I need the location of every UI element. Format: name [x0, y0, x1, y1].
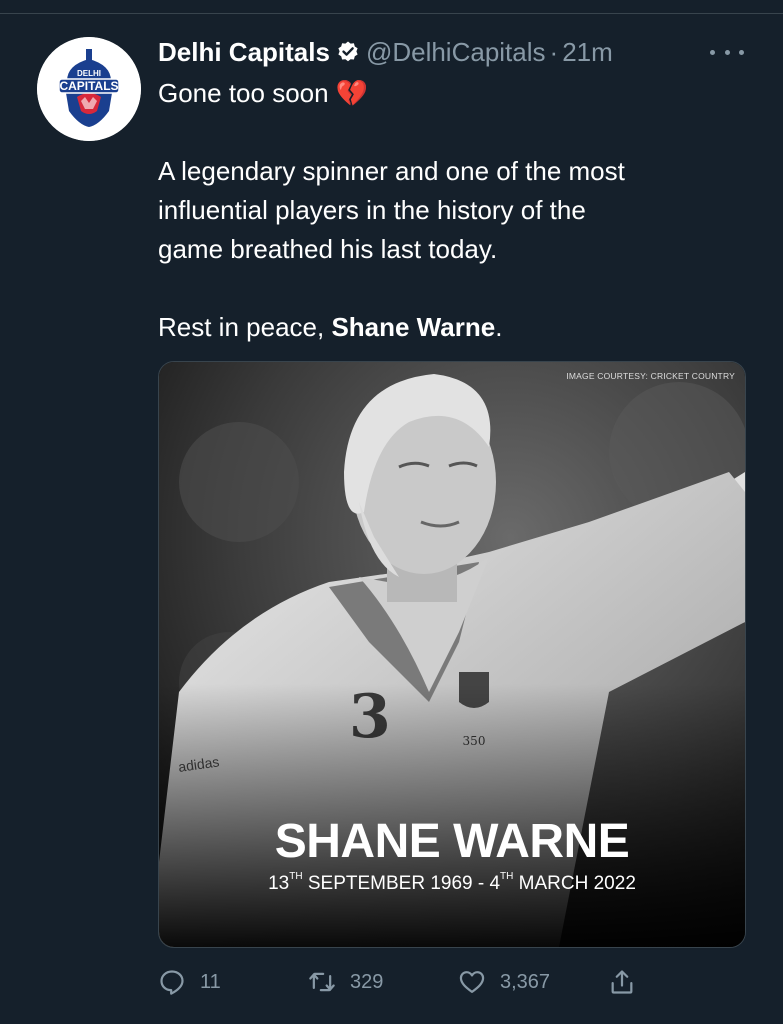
- verified-badge-icon: [338, 41, 358, 62]
- heart-icon: [459, 971, 485, 994]
- tweet-header: Delhi Capitals @DelhiCapitals · 21m: [158, 36, 613, 68]
- delhi-capitals-logo: DELHI CAPITALS: [37, 37, 141, 141]
- tweet-line: game breathed his last today.: [158, 234, 498, 264]
- mention-shane-warne: Shane Warne: [331, 312, 496, 342]
- image-title: SHANE WARNE: [274, 815, 630, 868]
- share-icon: [611, 970, 633, 994]
- tweet-line: Rest in peace, Shane Warne.: [158, 308, 748, 347]
- retweet-count: 329: [350, 970, 384, 993]
- tweet-text: Gone too soon 💔 A legendary spinner and …: [158, 74, 748, 347]
- image-courtesy: IMAGE COURTESY: CRICKET COUNTRY: [566, 371, 735, 381]
- tweet-line: A legendary spinner and one of the most: [158, 156, 625, 186]
- logo-main-text: CAPITALS: [59, 79, 118, 93]
- date-part: MARCH 2022: [513, 873, 636, 894]
- reply-button[interactable]: 11: [158, 964, 221, 1000]
- logo-top-text: DELHI: [77, 69, 101, 78]
- date-sup: TH: [289, 871, 303, 882]
- image-dates: 13TH SEPTEMBER 1969 - 4TH MARCH 2022: [159, 871, 745, 895]
- separator-dot: ·: [549, 36, 559, 67]
- date-sup: TH: [500, 871, 514, 882]
- tweet-media-image[interactable]: 3 350 adidas IMAGE COURTESY: CRICKET COU…: [158, 361, 746, 948]
- reply-icon: [160, 970, 184, 995]
- tweet-line: Gone too soon 💔: [158, 78, 369, 108]
- tweet-text-span: Rest in peace,: [158, 312, 332, 342]
- tweet-actions: 11 329 3,367: [0, 964, 783, 1000]
- date-part: 13: [268, 873, 290, 894]
- share-button[interactable]: [608, 964, 650, 1000]
- like-button[interactable]: 3,367: [458, 964, 550, 1000]
- retweet-button[interactable]: 329: [308, 964, 383, 1000]
- display-name[interactable]: Delhi Capitals: [158, 37, 330, 68]
- handle[interactable]: @DelhiCapitals: [366, 37, 546, 68]
- retweet-icon: [309, 972, 335, 992]
- more-options-icon[interactable]: [710, 42, 744, 62]
- avatar[interactable]: DELHI CAPITALS: [37, 37, 141, 141]
- timestamp[interactable]: 21m: [562, 37, 613, 68]
- date-part: SEPTEMBER 1969 - 4: [302, 873, 501, 894]
- like-count: 3,367: [500, 970, 551, 993]
- tweet[interactable]: DELHI CAPITALS Delhi Capitals @DelhiCapi…: [0, 14, 783, 1024]
- tweet-text-span: .: [495, 312, 503, 342]
- reply-count: 11: [200, 970, 221, 993]
- tweet-line: influential players in the history of th…: [158, 195, 586, 225]
